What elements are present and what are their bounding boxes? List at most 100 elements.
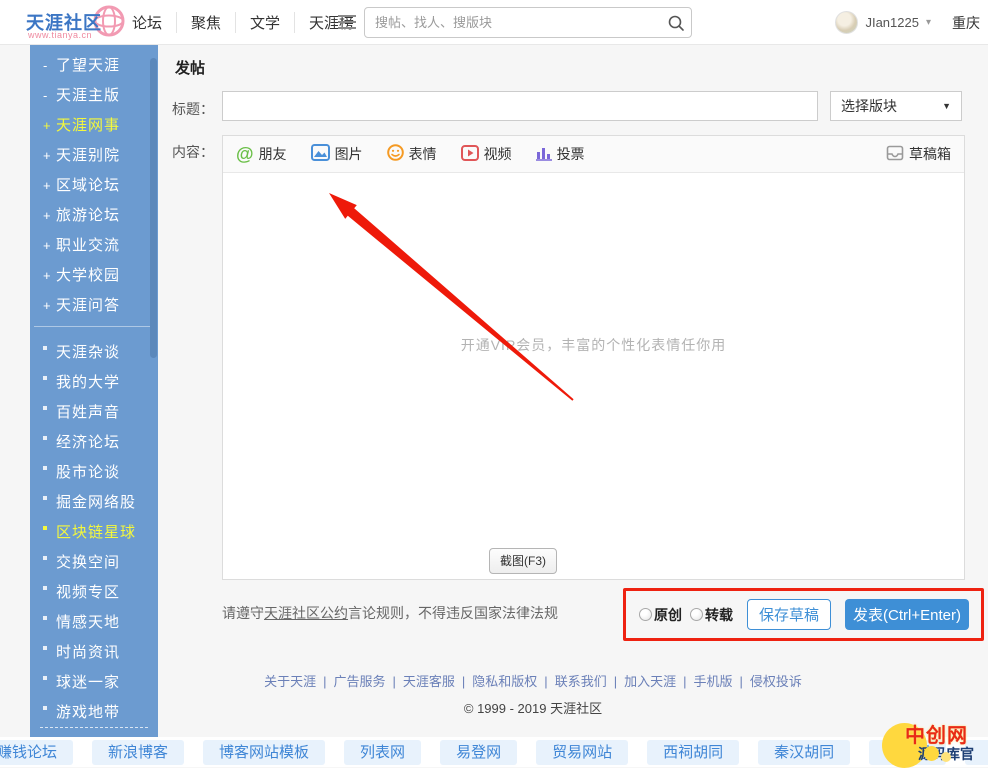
- poll-icon: [536, 145, 552, 164]
- sidebar-item[interactable]: 百姓声音: [30, 398, 158, 428]
- expand-icon[interactable]: +: [43, 141, 56, 171]
- sidebar-item-active[interactable]: +天涯网事: [30, 111, 158, 141]
- at-friend-icon: @: [236, 145, 254, 163]
- sidebar-item-label: 视频专区: [56, 584, 120, 601]
- sidebar-item[interactable]: +天涯问答: [30, 291, 158, 321]
- repost-radio[interactable]: [690, 608, 703, 621]
- sidebar-item[interactable]: 视频专区: [30, 578, 158, 608]
- sidebar-item[interactable]: 经济论坛: [30, 428, 158, 458]
- post-title-input[interactable]: [222, 91, 818, 121]
- friend-link[interactable]: 博客网站模板: [203, 740, 325, 765]
- sidebar-item[interactable]: 股市论谈: [30, 458, 158, 488]
- sidebar-item[interactable]: 掘金网络股: [30, 488, 158, 518]
- content-label: 内容：: [172, 142, 214, 162]
- sidebar-item[interactable]: 时尚资讯: [30, 638, 158, 668]
- sidebar-item-active[interactable]: 区块链星球: [30, 518, 158, 548]
- collapse-icon[interactable]: -: [43, 51, 56, 81]
- save-draft-button[interactable]: 保存草稿: [747, 599, 831, 630]
- username[interactable]: JIan1225: [865, 15, 919, 30]
- sidebar-item[interactable]: 情感天地: [30, 608, 158, 638]
- footer-link[interactable]: 侵权投诉: [733, 674, 802, 689]
- insert-image-button[interactable]: 图片: [311, 144, 363, 164]
- user-location[interactable]: 重庆: [952, 13, 980, 33]
- friend-link[interactable]: 秦汉胡同: [758, 740, 850, 765]
- expand-icon[interactable]: +: [43, 291, 56, 321]
- footer-link[interactable]: 手机版: [676, 674, 732, 689]
- sidebar-item[interactable]: +区域论坛: [30, 171, 158, 201]
- publish-button[interactable]: 发表(Ctrl+Enter): [845, 599, 969, 630]
- expand-icon[interactable]: +: [43, 171, 56, 201]
- repost-radio-label[interactable]: 转载: [705, 605, 733, 625]
- footer-link[interactable]: 关于天涯: [264, 674, 316, 689]
- sidebar-item[interactable]: +天涯别院: [30, 141, 158, 171]
- search-icon[interactable]: [661, 14, 691, 32]
- sidebar-item[interactable]: -天涯主版: [30, 81, 158, 111]
- user-area: JIan1225 ▾ 重庆: [835, 0, 980, 45]
- insert-poll-button[interactable]: 投票: [536, 144, 585, 164]
- nav-item-ranking[interactable]: 天涯榜: [294, 12, 368, 33]
- friend-link[interactable]: 贸易网站: [536, 740, 628, 765]
- select-caret-icon: ▼: [942, 101, 951, 111]
- site-logo[interactable]: 天涯社区 www.tianya.cn: [26, 3, 126, 43]
- sidebar-item-label: 职业交流: [56, 237, 120, 254]
- editor-body[interactable]: 开通VIP会员，丰富的个性化表情任你用 截图(F3): [223, 173, 964, 579]
- expand-icon[interactable]: +: [43, 111, 56, 141]
- sidebar-item-label: 旅游论坛: [56, 207, 120, 224]
- sidebar-item-label: 天涯问答: [56, 297, 120, 314]
- footer-link[interactable]: 隐私和版权: [455, 674, 537, 689]
- sidebar-item[interactable]: 我的大学: [30, 368, 158, 398]
- editor-toolbar: @ 朋友 图片 表情: [223, 136, 964, 173]
- sidebar-item[interactable]: +职业交流: [30, 231, 158, 261]
- collapse-icon[interactable]: -: [43, 81, 56, 111]
- footer-link[interactable]: 加入天涯: [607, 674, 676, 689]
- sidebar-item[interactable]: -了望天涯: [30, 51, 158, 81]
- nav-item-literature[interactable]: 文学: [235, 12, 294, 33]
- nav-item-forum[interactable]: 论坛: [118, 12, 176, 33]
- sidebar-item[interactable]: +旅游论坛: [30, 201, 158, 231]
- sidebar-item[interactable]: 球迷一家: [30, 668, 158, 698]
- sidebar-item[interactable]: 游戏地带: [30, 698, 158, 728]
- sidebar-scrollbar[interactable]: [150, 58, 157, 358]
- footer-link[interactable]: 广告服务: [316, 674, 385, 689]
- friend-link[interactable]: [965, 740, 988, 765]
- friend-link[interactable]: 络赚钱论坛: [0, 740, 73, 765]
- original-radio[interactable]: [639, 608, 652, 621]
- friend-link[interactable]: 易登网: [440, 740, 517, 765]
- sidebar-item[interactable]: 天涯杂谈: [30, 338, 158, 368]
- sidebar-item-label: 我的大学: [56, 374, 120, 391]
- expand-icon[interactable]: +: [43, 201, 56, 231]
- avatar[interactable]: [835, 11, 858, 34]
- friend-link[interactable]: 今题网: [869, 740, 946, 765]
- sidebar-item-label: 球迷一家: [56, 674, 120, 691]
- search-input[interactable]: [365, 15, 661, 30]
- sidebar-item-label: 区域论坛: [56, 177, 120, 194]
- nav-item-focus[interactable]: 聚焦: [176, 12, 235, 33]
- footer-link[interactable]: 联系我们: [537, 674, 606, 689]
- emoticon-icon: [387, 144, 404, 164]
- friend-link[interactable]: 新浪博客: [92, 740, 184, 765]
- copyright: © 1999 - 2019 天涯社区: [158, 698, 908, 717]
- mention-friend-button[interactable]: @ 朋友: [236, 144, 287, 164]
- sidebar-item[interactable]: +大学校园: [30, 261, 158, 291]
- friend-link[interactable]: 列表网: [344, 740, 421, 765]
- tool-label: 视频: [484, 144, 512, 164]
- screenshot-button[interactable]: 截图(F3): [489, 548, 557, 574]
- menu-icon[interactable]: [338, 15, 356, 29]
- brand-url: www.tianya.cn: [28, 30, 92, 40]
- draftbox-button[interactable]: 草稿箱: [886, 144, 951, 164]
- sidebar-item[interactable]: 交换空间: [30, 548, 158, 578]
- friend-link[interactable]: 西祠胡同: [647, 740, 739, 765]
- top-navigation: 论坛 聚焦 文学 天涯榜: [118, 0, 368, 45]
- title-label: 标题：: [172, 99, 214, 119]
- chevron-down-icon[interactable]: ▾: [926, 17, 931, 28]
- community-pact-link[interactable]: 天涯社区公约: [264, 605, 348, 621]
- original-radio-label[interactable]: 原创: [654, 605, 682, 625]
- sidebar-item-label: 股市论谈: [56, 464, 120, 481]
- board-select[interactable]: 选择版块 ▼: [830, 91, 962, 121]
- expand-icon[interactable]: +: [43, 231, 56, 261]
- insert-emoticon-button[interactable]: 表情: [387, 144, 437, 164]
- footer-link[interactable]: 天涯客服: [385, 674, 454, 689]
- sidebar-dashed-divider: [40, 727, 148, 728]
- expand-icon[interactable]: +: [43, 261, 56, 291]
- insert-video-button[interactable]: 视频: [461, 144, 512, 164]
